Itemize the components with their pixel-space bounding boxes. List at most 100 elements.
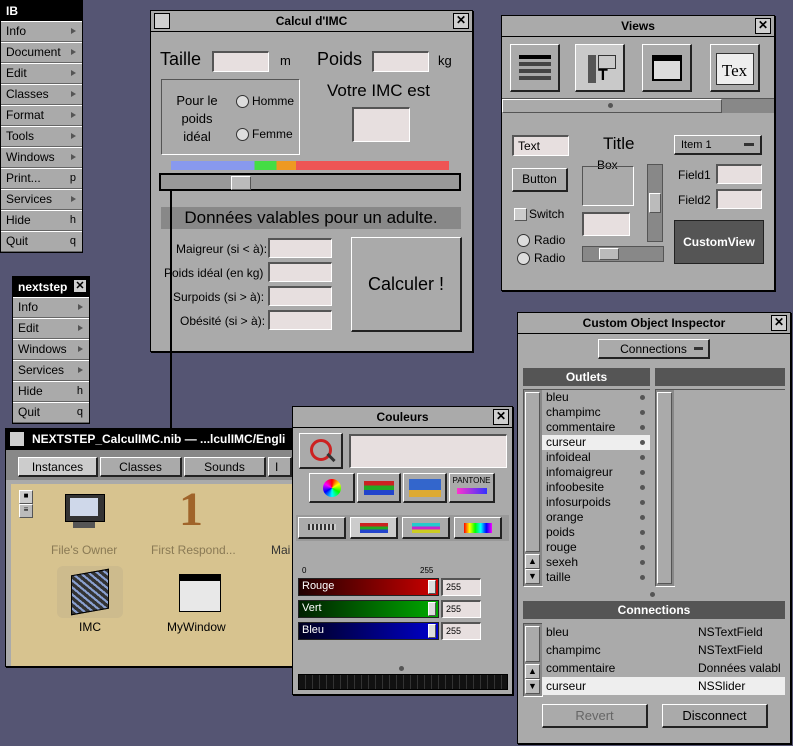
imc-window-titlebar[interactable]: Calcul d'IMC ✕ xyxy=(151,11,472,32)
icon-mode-button[interactable]: ■ xyxy=(19,490,33,504)
rgb-slider-tab[interactable] xyxy=(350,517,398,539)
connections-scroller[interactable]: ▲ ▼ xyxy=(523,623,543,697)
swatch-split-handle[interactable] xyxy=(399,666,404,671)
pantone-mode[interactable]: PANTONE xyxy=(449,473,495,503)
scroll-down-icon[interactable]: ▼ xyxy=(525,569,540,584)
list-item[interactable]: infoideal xyxy=(542,450,650,465)
menu-item-quit[interactable]: Quit q xyxy=(13,402,89,423)
miniaturize-icon[interactable] xyxy=(154,13,170,29)
palette-tab-text-icon[interactable]: Tex xyxy=(710,44,760,92)
menu-item-format[interactable]: Format xyxy=(1,105,82,126)
inspector-titlebar[interactable]: Custom Object Inspector ✕ xyxy=(518,313,790,334)
mywindow-icon[interactable] xyxy=(179,574,221,612)
calculer-button[interactable]: Calculer ! xyxy=(351,237,462,332)
hsb-slider-tab[interactable] xyxy=(454,517,502,539)
radio-1[interactable] xyxy=(517,234,530,247)
sample-popup[interactable]: Item 1 xyxy=(674,135,762,155)
rouge-slider[interactable]: Rouge xyxy=(298,578,439,596)
radio-2[interactable] xyxy=(517,252,530,265)
sample-field-in-box[interactable] xyxy=(582,212,630,236)
list-item[interactable]: taille xyxy=(542,570,650,585)
table-row[interactable]: commentaire Données valabl xyxy=(542,659,785,677)
slider-knob[interactable] xyxy=(231,176,251,190)
scroll-down-icon[interactable]: ▼ xyxy=(525,679,540,694)
bleu-slider[interactable]: Bleu xyxy=(298,622,439,640)
slider-knob[interactable] xyxy=(428,602,436,616)
palette-tab-menus-icon[interactable] xyxy=(510,44,560,92)
list-item-selected[interactable]: curseur xyxy=(542,435,650,450)
list-item[interactable]: infomaigreur xyxy=(542,465,650,480)
color-sliders-mode[interactable] xyxy=(357,473,401,503)
palette-scroller[interactable] xyxy=(502,98,774,113)
slider-knob[interactable] xyxy=(428,624,436,638)
color-well[interactable] xyxy=(349,434,507,468)
homme-radio[interactable] xyxy=(236,95,249,108)
list-item[interactable]: infosurpoids xyxy=(542,495,650,510)
menu-item-windows[interactable]: Windows xyxy=(13,339,89,360)
table-row[interactable]: bleu NSTextField xyxy=(542,623,785,641)
list-item[interactable]: rouge xyxy=(542,540,650,555)
close-icon[interactable]: ✕ xyxy=(755,18,771,34)
disconnect-button[interactable]: Disconnect xyxy=(662,704,768,728)
sample-horizontal-slider[interactable] xyxy=(582,246,664,262)
list-item[interactable]: orange xyxy=(542,510,650,525)
femme-radio[interactable] xyxy=(236,128,249,141)
menu-item-edit[interactable]: Edit xyxy=(1,63,82,84)
list-item[interactable]: bleu xyxy=(542,390,650,405)
scroll-up-icon[interactable]: ▲ xyxy=(525,554,540,569)
sample-vertical-slider[interactable] xyxy=(647,164,663,242)
close-icon[interactable]: ✕ xyxy=(453,13,469,29)
menu-item-document[interactable]: Document xyxy=(1,42,82,63)
list-mode-button[interactable]: ≡ xyxy=(19,504,33,518)
field1-input[interactable] xyxy=(716,164,762,184)
tab-images[interactable]: I xyxy=(268,457,292,477)
menu-item-services[interactable]: Services xyxy=(13,360,89,381)
list-item[interactable]: sexeh xyxy=(542,555,650,570)
split-handle[interactable] xyxy=(650,592,655,597)
vert-value[interactable]: 255 xyxy=(441,600,481,618)
sample-button[interactable]: Button xyxy=(512,168,568,192)
menu-item-print[interactable]: Print... p xyxy=(1,168,82,189)
table-row-selected[interactable]: curseur NSSlider xyxy=(542,677,785,695)
palette-tab-views-icon[interactable]: T xyxy=(575,44,625,92)
miniaturize-icon[interactable] xyxy=(9,431,25,447)
gray-slider-tab[interactable] xyxy=(298,517,346,539)
field2-input[interactable] xyxy=(716,189,762,209)
poids-field[interactable] xyxy=(372,51,429,72)
close-icon[interactable]: ✕ xyxy=(771,315,787,331)
revert-button[interactable]: Revert xyxy=(542,704,648,728)
colors-titlebar[interactable]: Couleurs ✕ xyxy=(293,407,512,428)
menu-item-quit[interactable]: Quit q xyxy=(1,231,82,252)
menu-item-info[interactable]: Info xyxy=(13,297,89,318)
menu-item-edit[interactable]: Edit xyxy=(13,318,89,339)
tab-classes[interactable]: Classes xyxy=(100,457,182,477)
imc-object-icon[interactable] xyxy=(57,566,123,618)
menu-item-tools[interactable]: Tools xyxy=(1,126,82,147)
menu-item-info[interactable]: Info xyxy=(1,21,82,42)
customview-item[interactable]: CustomView xyxy=(674,220,764,264)
scroll-up-icon[interactable]: ▲ xyxy=(525,664,540,679)
cmyk-slider-tab[interactable] xyxy=(402,517,450,539)
nib-window-titlebar[interactable]: NEXTSTEP_CalculIMC.nib — ...lculIMC/Engl… xyxy=(6,429,292,450)
menu-item-services[interactable]: Services xyxy=(1,189,82,210)
color-image-mode[interactable] xyxy=(403,473,447,503)
menu-item-classes[interactable]: Classes xyxy=(1,84,82,105)
menu-item-windows[interactable]: Windows xyxy=(1,147,82,168)
switch-checkbox[interactable] xyxy=(514,208,527,221)
menu-item-hide[interactable]: Hide h xyxy=(13,381,89,402)
list-item[interactable]: commentaire xyxy=(542,420,650,435)
color-wheel-mode[interactable] xyxy=(309,473,355,503)
close-icon[interactable]: ✕ xyxy=(73,279,87,293)
slider-knob[interactable] xyxy=(428,580,436,594)
close-icon[interactable]: ✕ xyxy=(493,409,509,425)
imc-slider[interactable] xyxy=(159,173,461,191)
outlets-scroller[interactable]: ▲ ▼ xyxy=(523,389,543,587)
list-item[interactable]: infoobesite xyxy=(542,480,650,495)
color-swatches[interactable] xyxy=(298,674,508,690)
vert-slider[interactable]: Vert xyxy=(298,600,439,618)
views-titlebar[interactable]: Views ✕ xyxy=(502,16,774,37)
rouge-value[interactable]: 255 xyxy=(441,578,481,596)
magnifier-button[interactable] xyxy=(299,433,343,469)
list-item[interactable]: poids xyxy=(542,525,650,540)
files-owner-icon[interactable] xyxy=(63,494,107,530)
